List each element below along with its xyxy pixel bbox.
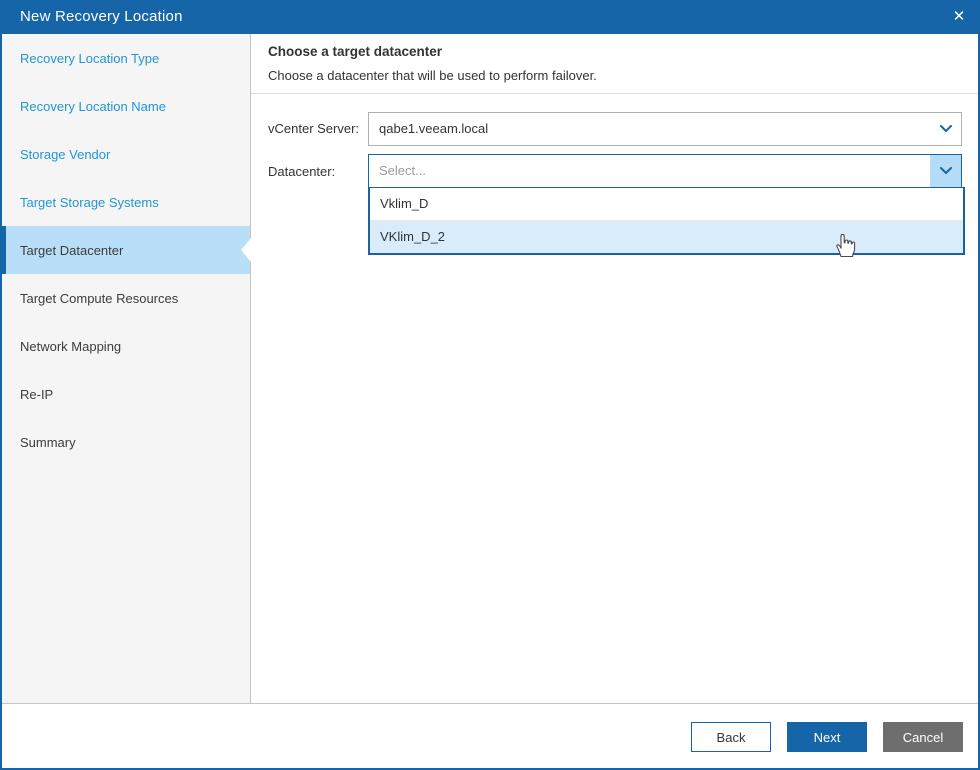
sidebar-item-storage-vendor[interactable]: Storage Vendor [2,130,250,178]
datacenter-dropdown-list: Vklim_D VKlim_D_2 [368,187,965,255]
sidebar-item-label: Network Mapping [20,339,121,354]
datacenter-combobox[interactable]: Select... [368,154,962,188]
chevron-down-icon[interactable] [930,155,961,187]
sidebar-item-label: Summary [20,435,76,450]
chevron-down-icon[interactable] [930,113,961,145]
sidebar-item-label: Target Compute Resources [20,291,178,306]
header-divider [251,93,978,94]
sidebar-item-summary[interactable]: Summary [2,418,250,466]
close-icon[interactable]: ✕ [946,4,972,30]
wizard-step-sidebar: Recovery Location Type Recovery Location… [2,34,251,703]
sidebar-item-target-storage-systems[interactable]: Target Storage Systems [2,178,250,226]
dropdown-option-vklim-d-2[interactable]: VKlim_D_2 [370,221,963,253]
sidebar-item-re-ip[interactable]: Re-IP [2,370,250,418]
sidebar-item-label: Target Datacenter [20,243,123,258]
sidebar-item-label: Target Storage Systems [20,195,159,210]
cancel-button[interactable]: Cancel [883,722,963,752]
sidebar-item-network-mapping[interactable]: Network Mapping [2,322,250,370]
page-subtitle: Choose a datacenter that will be used to… [268,68,597,83]
sidebar-item-recovery-location-name[interactable]: Recovery Location Name [2,82,250,130]
title-bar: New Recovery Location ✕ [0,0,980,34]
sidebar-item-label: Storage Vendor [20,147,110,162]
sidebar-item-recovery-location-type[interactable]: Recovery Location Type [2,34,250,82]
sidebar-item-label: Recovery Location Name [20,99,166,114]
page-title: Choose a target datacenter [268,44,442,59]
vcenter-server-label: vCenter Server: [268,121,359,136]
datacenter-label: Datacenter: [268,164,335,179]
sidebar-item-target-datacenter[interactable]: Target Datacenter [2,226,250,274]
vcenter-server-value: qabe1.veeam.local [379,113,925,145]
back-button[interactable]: Back [691,722,771,752]
sidebar-item-label: Re-IP [20,387,53,402]
sidebar-item-label: Recovery Location Type [20,51,159,66]
sidebar-item-target-compute-resources[interactable]: Target Compute Resources [2,274,250,322]
window-title: New Recovery Location [20,0,183,34]
next-button[interactable]: Next [787,722,867,752]
datacenter-placeholder: Select... [379,155,925,187]
vcenter-server-combobox[interactable]: qabe1.veeam.local [368,112,962,146]
footer-divider [0,703,980,704]
dropdown-option-vklim-d[interactable]: Vklim_D [370,188,963,221]
